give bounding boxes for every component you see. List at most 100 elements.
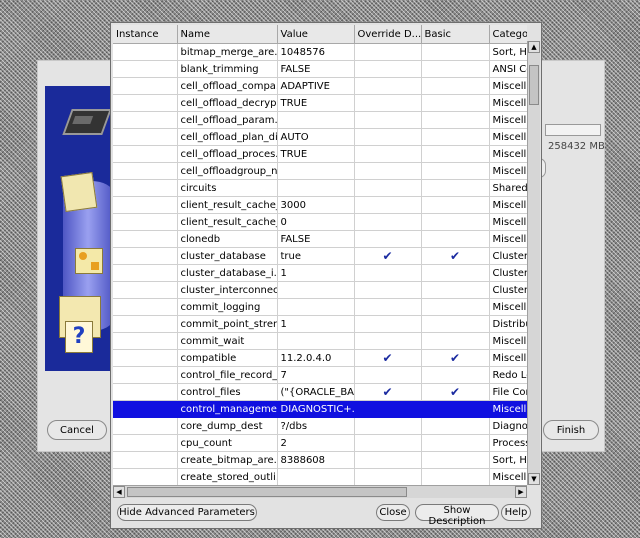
- name-cell[interactable]: cluster_interconnects: [177, 281, 278, 299]
- name-cell[interactable]: commit_logging: [177, 298, 278, 316]
- table-row[interactable]: bitmap_merge_are...1048576 Sort, Ha: [113, 43, 527, 61]
- basic-cell[interactable]: [421, 366, 490, 384]
- instance-cell[interactable]: [113, 349, 178, 367]
- basic-cell[interactable]: [421, 264, 490, 282]
- help-button[interactable]: Help: [501, 504, 531, 521]
- name-cell[interactable]: core_dump_dest: [177, 417, 278, 435]
- name-cell[interactable]: compatible: [177, 349, 278, 367]
- category-cell[interactable]: Miscella: [489, 128, 527, 146]
- column-header-instance[interactable]: Instance: [113, 25, 178, 44]
- name-cell[interactable]: cell_offload_proces...: [177, 145, 278, 163]
- category-cell[interactable]: Process: [489, 434, 527, 452]
- instance-cell[interactable]: [113, 366, 178, 384]
- override-cell[interactable]: [354, 400, 422, 418]
- override-cell[interactable]: [354, 43, 422, 61]
- table-row[interactable]: cell_offloadgroup_n... Miscella: [113, 162, 527, 180]
- instance-cell[interactable]: [113, 298, 178, 316]
- name-cell[interactable]: commit_point_stren...: [177, 315, 278, 333]
- value-cell[interactable]: [277, 468, 355, 485]
- name-cell[interactable]: control_manageme...: [177, 400, 278, 418]
- hide-advanced-parameters-button[interactable]: Hide Advanced Parameters: [117, 504, 257, 521]
- category-cell[interactable]: Miscella: [489, 94, 527, 112]
- wizard-cancel-button[interactable]: Cancel: [47, 420, 107, 440]
- scroll-left-button[interactable]: ◀: [113, 486, 125, 498]
- name-cell[interactable]: create_bitmap_are...: [177, 451, 278, 469]
- name-cell[interactable]: control_file_record_...: [177, 366, 278, 384]
- table-row[interactable]: commit_wait Miscella: [113, 332, 527, 350]
- scroll-up-button[interactable]: ▲: [528, 41, 540, 53]
- table-row[interactable]: control_files("{ORACLE_BA... ✔ ✔ File Con: [113, 383, 527, 401]
- value-cell[interactable]: 1048576: [277, 43, 355, 61]
- instance-cell[interactable]: [113, 264, 178, 282]
- category-cell[interactable]: Shared: [489, 179, 527, 197]
- column-header-override[interactable]: Override D...: [354, 25, 422, 44]
- name-cell[interactable]: cell_offload_param...: [177, 111, 278, 129]
- override-cell[interactable]: [354, 128, 422, 146]
- table-row[interactable]: cpu_count 2 Process: [113, 434, 527, 452]
- value-cell[interactable]: [277, 111, 355, 129]
- column-header-category[interactable]: Categor: [489, 25, 527, 44]
- vertical-scrollbar[interactable]: ▲ ▼: [527, 41, 540, 485]
- table-row[interactable]: cell_offload_proces...TRUE Miscella: [113, 145, 527, 163]
- basic-cell[interactable]: [421, 434, 490, 452]
- value-cell[interactable]: [277, 162, 355, 180]
- category-cell[interactable]: Diagnos: [489, 417, 527, 435]
- basic-cell[interactable]: [421, 145, 490, 163]
- table-row[interactable]: cell_offload_plan_di...AUTO Miscella: [113, 128, 527, 146]
- name-cell[interactable]: cell_offload_compa...: [177, 77, 278, 95]
- value-cell[interactable]: [277, 332, 355, 350]
- override-cell[interactable]: [354, 213, 422, 231]
- table-row[interactable]: circuits Shared: [113, 179, 527, 197]
- basic-cell[interactable]: [421, 400, 490, 418]
- basic-cell[interactable]: [421, 60, 490, 78]
- override-cell[interactable]: [354, 94, 422, 112]
- category-cell[interactable]: Miscella: [489, 400, 527, 418]
- column-header-basic[interactable]: Basic: [421, 25, 490, 44]
- override-cell[interactable]: [354, 145, 422, 163]
- name-cell[interactable]: cell_offload_decryp...: [177, 94, 278, 112]
- basic-cell[interactable]: [421, 417, 490, 435]
- name-cell[interactable]: clonedb: [177, 230, 278, 248]
- wizard-finish-button[interactable]: Finish: [543, 420, 599, 440]
- instance-cell[interactable]: [113, 145, 178, 163]
- instance-cell[interactable]: [113, 281, 178, 299]
- value-cell[interactable]: FALSE: [277, 230, 355, 248]
- value-cell[interactable]: true: [277, 247, 355, 265]
- basic-cell[interactable]: [421, 315, 490, 333]
- override-cell[interactable]: [354, 60, 422, 78]
- instance-cell[interactable]: [113, 77, 178, 95]
- value-cell[interactable]: DIAGNOSTIC+...: [277, 400, 355, 418]
- override-cell[interactable]: [354, 434, 422, 452]
- override-cell[interactable]: [354, 281, 422, 299]
- basic-cell[interactable]: [421, 111, 490, 129]
- value-cell[interactable]: FALSE: [277, 60, 355, 78]
- table-row[interactable]: control_manageme... DIAGNOSTIC+... Miscell…: [113, 400, 527, 418]
- category-cell[interactable]: Cluster: [489, 247, 527, 265]
- override-cell[interactable]: ✔: [354, 247, 422, 265]
- category-cell[interactable]: Sort, Ha: [489, 451, 527, 469]
- basic-cell[interactable]: [421, 43, 490, 61]
- category-cell[interactable]: Distribu: [489, 315, 527, 333]
- instance-cell[interactable]: [113, 434, 178, 452]
- instance-cell[interactable]: [113, 315, 178, 333]
- table-row[interactable]: create_bitmap_are...8388608 Sort, Ha: [113, 451, 527, 469]
- basic-cell[interactable]: ✔: [421, 349, 490, 367]
- category-cell[interactable]: Miscella: [489, 77, 527, 95]
- table-row[interactable]: blank_trimmingFALSE ANSI Co: [113, 60, 527, 78]
- name-cell[interactable]: bitmap_merge_are...: [177, 43, 278, 61]
- value-cell[interactable]: ?/dbs: [277, 417, 355, 435]
- instance-cell[interactable]: [113, 128, 178, 146]
- table-row[interactable]: cell_offload_param... Miscella: [113, 111, 527, 129]
- instance-cell[interactable]: [113, 43, 178, 61]
- category-cell[interactable]: Miscella: [489, 213, 527, 231]
- basic-cell[interactable]: [421, 468, 490, 485]
- override-cell[interactable]: [354, 162, 422, 180]
- category-cell[interactable]: Sort, Ha: [489, 43, 527, 61]
- basic-cell[interactable]: ✔: [421, 383, 490, 401]
- category-cell[interactable]: File Con: [489, 383, 527, 401]
- override-cell[interactable]: [354, 179, 422, 197]
- value-cell[interactable]: ADAPTIVE: [277, 77, 355, 95]
- category-cell[interactable]: Miscella: [489, 111, 527, 129]
- category-cell[interactable]: Miscella: [489, 230, 527, 248]
- value-cell[interactable]: TRUE: [277, 145, 355, 163]
